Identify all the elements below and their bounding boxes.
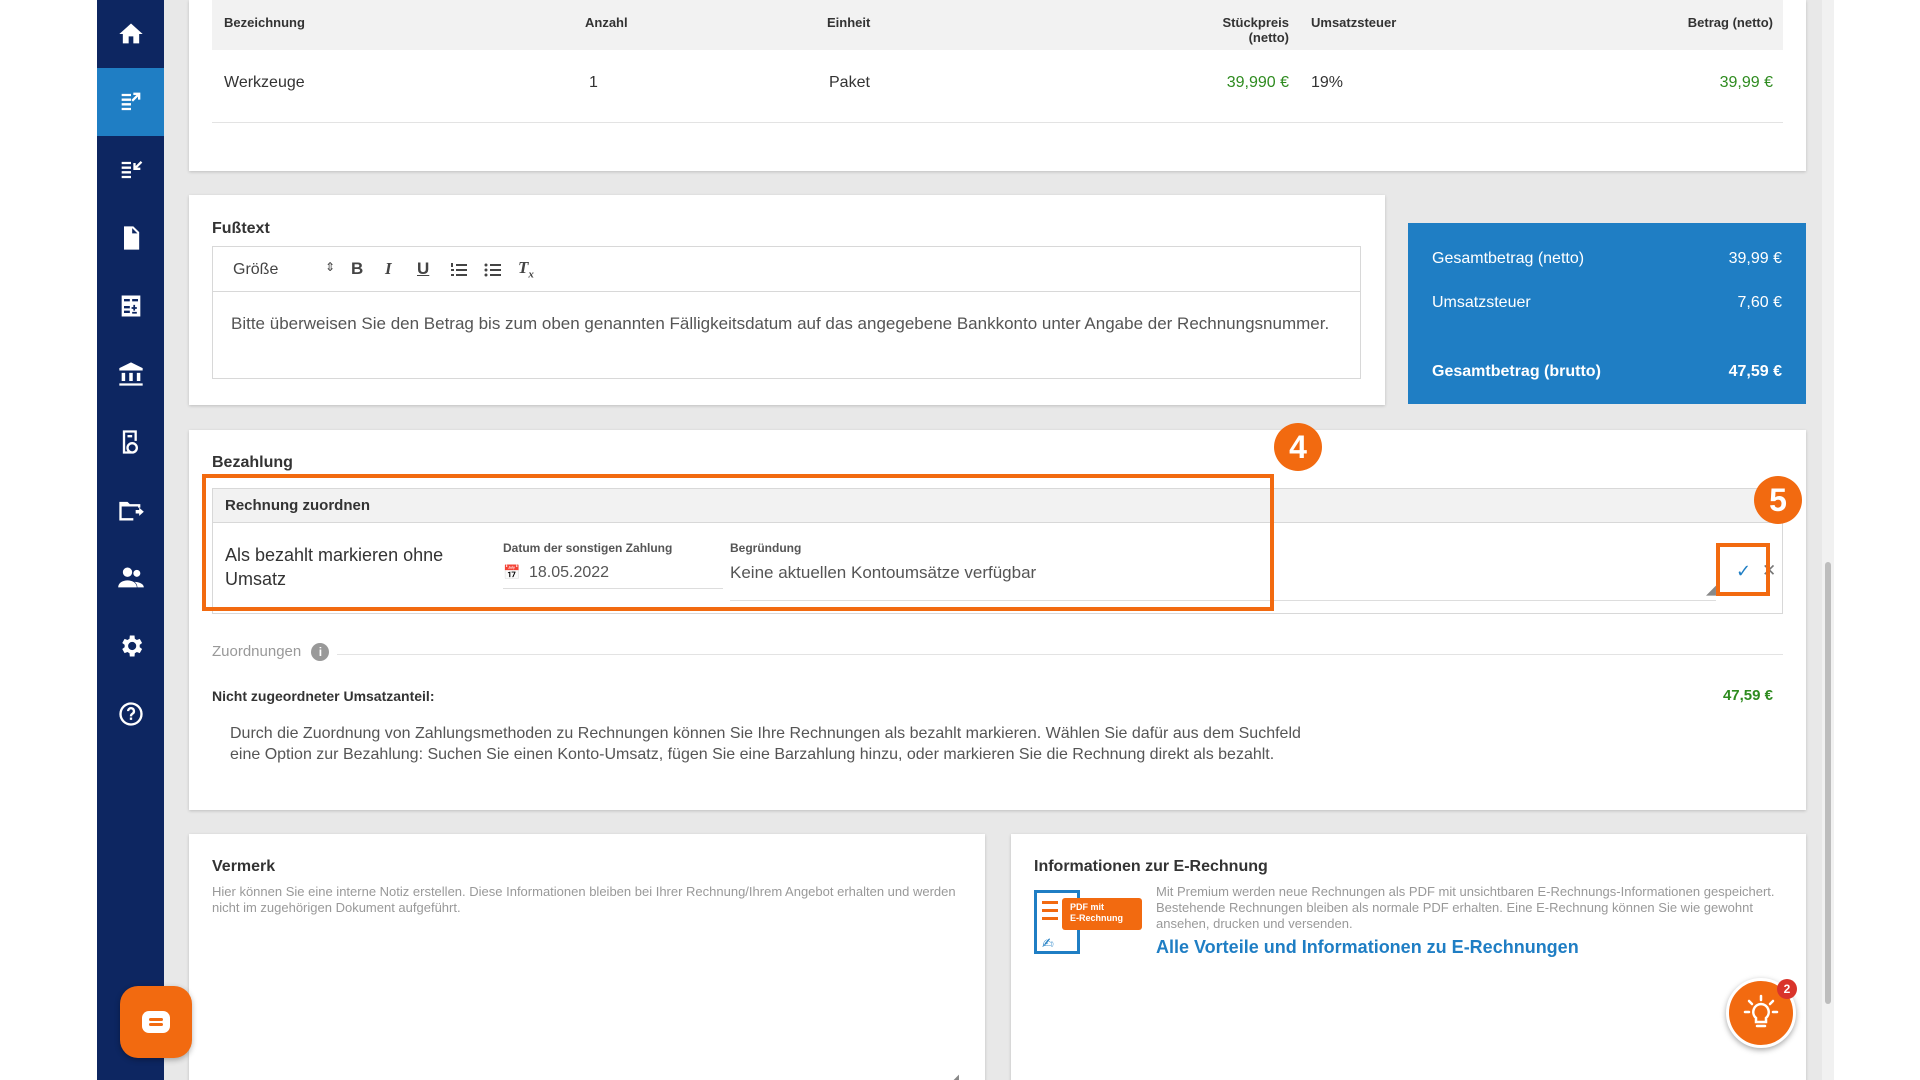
sidebar-item-export[interactable] — [97, 476, 164, 544]
vat-total-value: 7,60 € — [1737, 294, 1782, 311]
footer-text-card: Fußtext Größe ⇕ B I U Tx Bitte überweise… — [189, 195, 1385, 405]
col-header-name: Bezeichnung — [224, 15, 305, 30]
bank-icon — [118, 362, 143, 386]
contacts-icon — [117, 567, 144, 588]
positions-card: Bezeichnung Anzahl Einheit Stückpreis (n… — [189, 0, 1806, 171]
bullet-list-button[interactable] — [484, 261, 502, 284]
highlight-box-step-4 — [202, 474, 1274, 611]
sidebar-item-accounting[interactable] — [97, 272, 164, 340]
sidebar-item-receipts[interactable] — [97, 408, 164, 476]
sidebar-item-bank[interactable] — [97, 340, 164, 408]
calculator-icon — [121, 295, 140, 317]
invoice-in-icon — [121, 161, 142, 179]
sidebar-item-help[interactable] — [97, 680, 164, 748]
einvoice-card: Informationen zur E-Rechnung ✍ PDF mit E… — [1011, 834, 1806, 1080]
memo-title: Vermerk — [212, 858, 276, 875]
row-unit-price: 39,990 € — [1226, 74, 1289, 91]
einvoice-title: Informationen zur E-Rechnung — [1034, 858, 1268, 875]
memo-card: Vermerk Hier können Sie eine interne Not… — [189, 834, 985, 1080]
home-icon — [118, 23, 143, 44]
footer-title: Fußtext — [212, 220, 270, 237]
assignments-label: Zuordnungen — [212, 643, 302, 660]
einvoice-link[interactable]: Alle Vorteile und Informationen zu E-Rec… — [1156, 937, 1579, 958]
row-amount: 39,99 € — [1719, 74, 1773, 91]
info-icon[interactable]: i — [311, 643, 330, 661]
step-4-marker: 4 — [1274, 423, 1322, 471]
memo-description: Hier können Sie eine interne Notiz erste… — [212, 884, 956, 915]
net-total-label: Gesamtbetrag (netto) — [1432, 250, 1585, 267]
col-header-unit-price: Stückpreis (netto) — [1222, 15, 1289, 45]
italic-button[interactable]: I — [385, 259, 392, 279]
assignments-label-wrap: Zuordnungen i — [212, 643, 338, 661]
font-size-label: Größe — [233, 261, 279, 278]
einvoice-tag: PDF mit E-Rechnung — [1062, 898, 1142, 930]
bold-button[interactable]: B — [351, 259, 363, 279]
receipt-icon — [122, 430, 138, 454]
row-divider — [212, 122, 1783, 123]
einvoice-tag-line2: E-Rechnung — [1070, 913, 1123, 923]
clear-format-button[interactable]: Tx — [518, 258, 534, 280]
resize-handle-icon[interactable]: ◢ — [1706, 582, 1716, 598]
resize-handle-icon[interactable]: ◢ — [949, 1071, 959, 1080]
col-header-amount: Betrag (netto) — [1687, 15, 1773, 30]
help-icon — [118, 702, 143, 726]
ordered-list-button[interactable] — [450, 261, 468, 284]
sidebar-item-outgoing-invoices[interactable] — [97, 68, 164, 136]
sidebar-item-settings[interactable] — [97, 612, 164, 680]
step-5-marker: 5 — [1754, 476, 1802, 524]
unassigned-label: Nicht zugeordneter Umsatzanteil: — [212, 688, 435, 704]
row-unit: Paket — [829, 74, 870, 91]
col-header-quantity: Anzahl — [585, 15, 628, 30]
payment-help-text: Durch die Zuordnung von Zahlungsmethoden… — [230, 723, 1301, 765]
lightbulb-icon — [1743, 994, 1779, 1028]
document-icon — [123, 226, 139, 250]
assignments-divider — [212, 654, 1783, 655]
scrollbar-thumb[interactable] — [1825, 562, 1831, 1004]
col-header-vat: Umsatzsteuer — [1311, 15, 1397, 30]
einvoice-tag-line1: PDF mit — [1070, 902, 1105, 912]
sidebar-item-documents[interactable] — [97, 204, 164, 272]
settings-icon — [121, 635, 142, 657]
ordered-list-icon — [451, 263, 467, 276]
payment-help-line1: Durch die Zuordnung von Zahlungsmethoden… — [230, 725, 1301, 742]
payment-help-line2: eine Option zur Bezahlung: Suchen Sie ei… — [230, 746, 1275, 763]
chat-button[interactable] — [120, 986, 192, 1058]
payment-title: Bezahlung — [212, 454, 293, 471]
row-vat: 19% — [1311, 74, 1344, 91]
einvoice-description: Mit Premium werden neue Rechnungen als P… — [1156, 884, 1775, 931]
net-total-value: 39,99 € — [1728, 250, 1782, 267]
sidebar-item-contacts[interactable] — [97, 544, 164, 612]
chat-icon — [142, 1011, 170, 1033]
memo-textarea[interactable]: ◢ — [212, 942, 961, 1080]
vat-total-label: Umsatzsteuer — [1432, 294, 1531, 311]
invoice-out-icon — [121, 92, 140, 111]
sidebar-item-incoming-invoices[interactable] — [97, 136, 164, 204]
einvoice-illustration: ✍ PDF mit E-Rechnung — [1034, 890, 1144, 956]
sidebar — [97, 0, 164, 1080]
footer-editor[interactable]: Größe ⇕ B I U Tx Bitte überweisen Sie de… — [212, 246, 1361, 379]
select-arrows-icon: ⇕ — [325, 260, 336, 274]
col-header-unit: Einheit — [827, 15, 871, 30]
totals-summary: Gesamtbetrag (netto) 39,99 € Umsatzsteue… — [1408, 223, 1806, 404]
footer-text-content[interactable]: Bitte überweisen Sie den Betrag bis zum … — [231, 310, 1331, 338]
gross-total-value: 47,59 € — [1728, 363, 1782, 380]
row-quantity: 1 — [589, 74, 598, 91]
editor-toolbar: Größe ⇕ B I U Tx — [213, 247, 1360, 292]
sidebar-item-home[interactable] — [97, 0, 164, 68]
font-size-select[interactable]: Größe ⇕ — [233, 260, 335, 279]
bullet-list-icon — [484, 263, 501, 277]
unassigned-value: 47,59 € — [1722, 687, 1773, 704]
folder-export-icon — [118, 501, 144, 521]
row-name: Werkzeuge — [224, 74, 305, 91]
notification-badge: 2 — [1777, 979, 1797, 999]
gross-total-label: Gesamtbetrag (brutto) — [1432, 363, 1601, 380]
highlight-box-step-5 — [1716, 543, 1770, 596]
table-header — [212, 0, 1783, 50]
underline-button[interactable]: U — [417, 259, 429, 279]
